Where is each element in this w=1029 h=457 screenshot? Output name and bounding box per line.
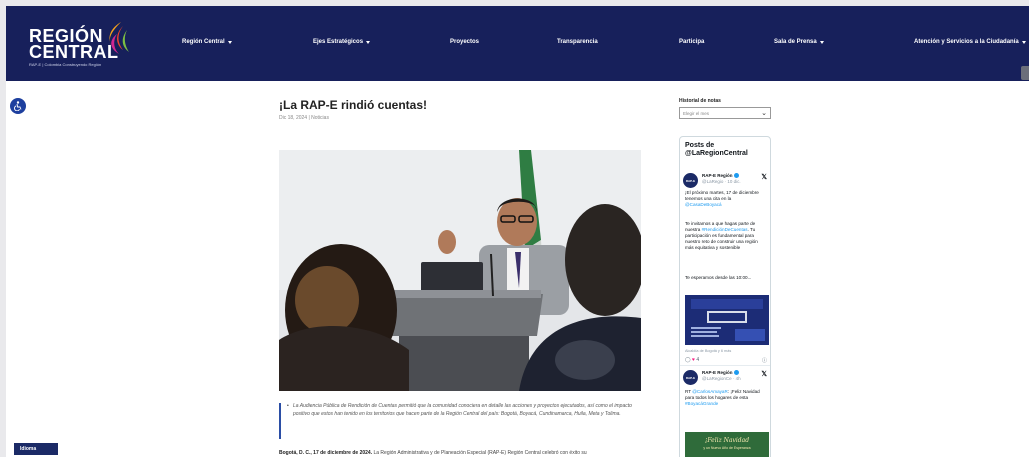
twitter-timeline-title: Posts de @LaRegionCentral bbox=[685, 142, 748, 157]
language-button[interactable]: Idioma bbox=[14, 443, 58, 455]
chevron-down-icon bbox=[819, 40, 824, 44]
x-logo-icon[interactable]: 𝕏 bbox=[761, 370, 767, 378]
article-body: Bogotá, D. C., 17 de diciembre de 2024. … bbox=[279, 450, 641, 456]
history-month-select[interactable]: Elegir el mes ⌄ bbox=[679, 107, 771, 119]
nav-atencion-servicios[interactable]: Atención y Servicios a la Ciudadanía bbox=[914, 39, 1026, 45]
avatar[interactable]: RAP-E bbox=[683, 370, 698, 385]
chevron-down-icon: ⌄ bbox=[761, 110, 767, 117]
chevron-down-icon bbox=[366, 40, 371, 44]
article-dateline: Bogotá, D. C., 17 de diciembre de 2024. bbox=[279, 450, 373, 456]
site-header: REGIÓN CENTRAL RAP-E | Colombia Construy… bbox=[6, 6, 1029, 81]
tweet-mention-link[interactable]: @CarlosAmayaR bbox=[692, 389, 728, 394]
x-logo-icon[interactable]: 𝕏 bbox=[761, 173, 767, 181]
tweet-hashtag-link[interactable]: #RendiciónDeCuentas bbox=[702, 227, 748, 232]
article-date: Dic 18, 2024 bbox=[279, 115, 308, 121]
accessibility-button[interactable] bbox=[10, 98, 26, 114]
tweet-text: Te esperamos desde las 10:00... bbox=[685, 275, 752, 280]
tweet-author[interactable]: RAP-E Región bbox=[702, 173, 739, 179]
tweet-text: RT @CarlosAmayaR: ¡Feliz Navidad para to… bbox=[685, 389, 760, 407]
wheelchair-icon bbox=[14, 101, 22, 111]
search-tab-button[interactable] bbox=[1021, 66, 1029, 80]
tweet-actions: ◯ ♥ 4 ⓘ bbox=[685, 357, 769, 365]
article-meta: Dic 18, 2024 | Noticias bbox=[279, 115, 329, 121]
sidebar: Historial de notas Elegir el mes ⌄ Posts… bbox=[679, 98, 771, 457]
tweet-media-image[interactable]: ¡Feliz Navidad y un Nuevo Año de Esperan… bbox=[685, 432, 769, 457]
tweet-media-image[interactable] bbox=[685, 295, 769, 345]
verified-badge-icon bbox=[733, 173, 739, 179]
event-poster bbox=[685, 295, 769, 345]
chevron-down-icon bbox=[1021, 40, 1026, 44]
tweet-hashtag-link[interactable]: #BoyacáGrande bbox=[685, 401, 718, 406]
article-hero-image bbox=[279, 150, 641, 391]
speaker-photo bbox=[279, 150, 641, 391]
browser-viewport: REGIÓN CENTRAL RAP-E | Colombia Construy… bbox=[6, 6, 1029, 457]
tweet-text: Te invitamos a que hagas parte de nuestr… bbox=[685, 221, 758, 251]
tweet-text: ¡El próximo martes, 17 de diciembre tene… bbox=[685, 190, 759, 208]
article-category-link[interactable]: Noticias bbox=[311, 115, 329, 121]
nav-sala-de-prensa[interactable]: Sala de Prensa bbox=[774, 39, 824, 45]
logo-tagline: RAP-E | Colombia Construyendo Región bbox=[29, 62, 102, 67]
media-title: ¡Feliz Navidad bbox=[704, 437, 750, 444]
verified-badge-icon bbox=[733, 370, 739, 376]
reply-icon[interactable]: ◯ bbox=[685, 357, 691, 363]
nav-transparencia[interactable]: Transparencia bbox=[557, 39, 598, 45]
tweet-handle: @LaRegio · 10 dic. bbox=[702, 179, 741, 184]
main-nav: Región Central Ejes Estratégicos Proyect… bbox=[6, 39, 1029, 53]
like-count: 4 bbox=[696, 357, 700, 363]
like-icon[interactable]: ♥ bbox=[692, 357, 695, 363]
article-body-text: La Región Administrativa y de Planeación… bbox=[373, 450, 587, 456]
article-title: ¡La RAP-E rindió cuentas! bbox=[279, 98, 428, 112]
avatar[interactable]: RAP-E bbox=[683, 173, 698, 188]
nav-region-central[interactable]: Región Central bbox=[182, 39, 232, 45]
tweet-handle: @LaRegionCe · 4h bbox=[702, 376, 741, 381]
article: ¡La RAP-E rindió cuentas! Dic 18, 2024 |… bbox=[279, 98, 644, 457]
tweet[interactable]: RAP-E RAP-E Región @LaRegio · 10 dic. 𝕏 … bbox=[683, 173, 769, 377]
nav-participa[interactable]: Participa bbox=[679, 39, 704, 45]
chevron-down-icon bbox=[227, 40, 232, 44]
nav-proyectos[interactable]: Proyectos bbox=[450, 39, 479, 45]
media-subtitle: y un Nuevo Año de Esperanza bbox=[703, 446, 751, 450]
article-highlight-quote: La Audiencia Pública de Rendición de Cue… bbox=[279, 403, 641, 439]
tweet-mention-link[interactable]: @CasaDeBoyacá bbox=[685, 202, 722, 207]
nav-ejes-estrategicos[interactable]: Ejes Estratégicos bbox=[313, 39, 371, 45]
tweet-media-caption: Alcaldía de Bogotá y 6 más bbox=[685, 349, 732, 353]
info-icon[interactable]: ⓘ bbox=[762, 357, 767, 364]
divider bbox=[680, 365, 770, 366]
history-label: Historial de notas bbox=[679, 98, 721, 104]
tweet-author[interactable]: RAP-E Región bbox=[702, 370, 739, 376]
twitter-timeline: Posts de @LaRegionCentral RAP-E RAP-E Re… bbox=[679, 136, 771, 457]
tweet[interactable]: RAP-E RAP-E Región @LaRegionCe · 4h 𝕏 RT… bbox=[683, 370, 769, 457]
